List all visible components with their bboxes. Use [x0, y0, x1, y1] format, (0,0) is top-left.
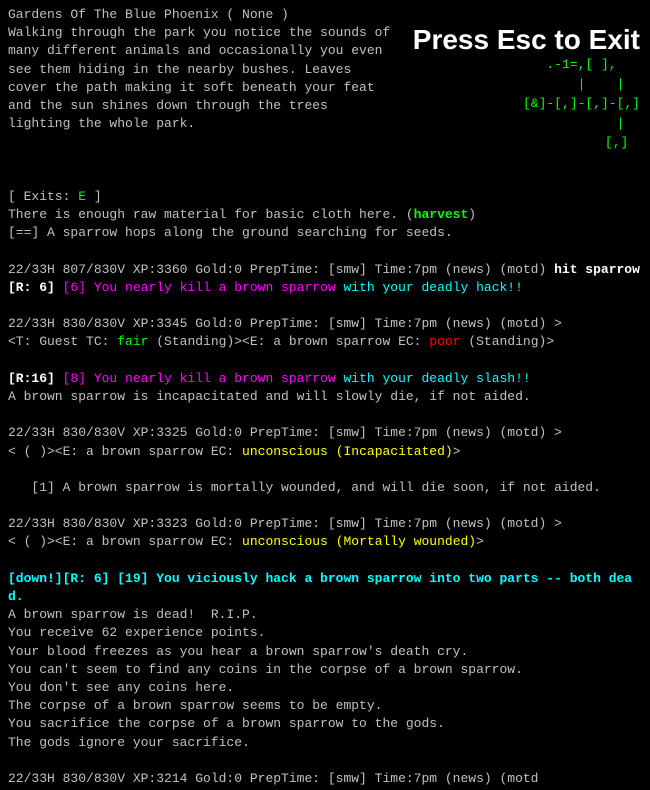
combat-kill: [down!][R: 6] [19] You viciously hack a …: [8, 570, 642, 606]
combat-coins2: You don't see any coins here.: [8, 679, 642, 697]
sparrow-hops: [==] A sparrow hops along the ground sea…: [8, 224, 642, 242]
map-line-4: |: [523, 114, 640, 134]
combat-dead: A brown sparrow is dead! R.I.P.: [8, 606, 642, 624]
combat-r2: [R:16] [8] You nearly kill a brown sparr…: [8, 370, 642, 388]
combat-xp: You receive 62 experience points.: [8, 624, 642, 642]
combat-ts-3: 22/33H 830/830V XP:3325 Gold:0 PrepTime:…: [8, 424, 642, 442]
harvest-line: There is enough raw material for basic c…: [8, 206, 642, 224]
press-esc-overlay[interactable]: Press Esc to Exit: [413, 20, 640, 59]
combat-r1: [R: 6] [6] You nearly kill a brown sparr…: [8, 279, 642, 297]
combat-incap: A brown sparrow is incapacitated and wil…: [8, 388, 642, 406]
map-line-3: [&]-[,]-[,]-[,]: [523, 94, 640, 114]
combat-coins1: You can't seem to find any coins in the …: [8, 661, 642, 679]
map-area: .-1=,[ ], | | [&]-[,]-[,]-[,] | [,]: [523, 55, 640, 153]
exits-line: [ Exits: E ]: [8, 188, 642, 206]
combat-ts-4: 22/33H 830/830V XP:3323 Gold:0 PrepTime:…: [8, 515, 642, 533]
combat-ts-1: 22/33H 807/830V XP:3360 Gold:0 PrepTime:…: [8, 261, 642, 279]
press-esc-text: Press Esc to Exit: [413, 24, 640, 55]
combat-cry: Your blood freezes as you hear a brown s…: [8, 643, 642, 661]
map-line-5: [,]: [523, 133, 640, 153]
combat-sacrifice1: You sacrifice the corpse of a brown spar…: [8, 715, 642, 733]
combat-move-2: < ( )><E: a brown sparrow EC: unconsciou…: [8, 533, 642, 551]
map-line-2: | |: [523, 75, 640, 95]
combat-wounded: [1] A brown sparrow is mortally wounded,…: [8, 479, 642, 497]
combat-move-1: < ( )><E: a brown sparrow EC: unconsciou…: [8, 443, 642, 461]
combat-ts-final: 22/33H 830/830V XP:3214 Gold:0 PrepTime:…: [8, 770, 642, 788]
combat-corpse-empty: The corpse of a brown sparrow seems to b…: [8, 697, 642, 715]
combat-ts-2: 22/33H 830/830V XP:3345 Gold:0 PrepTime:…: [8, 315, 642, 333]
combat-sacrifice2: The gods ignore your sacrifice.: [8, 734, 642, 752]
combat-target: <T: Guest TC: fair (Standing)><E: a brow…: [8, 333, 642, 351]
game-container: Press Esc to Exit .-1=,[ ], | | [&]-[,]-…: [0, 0, 650, 650]
